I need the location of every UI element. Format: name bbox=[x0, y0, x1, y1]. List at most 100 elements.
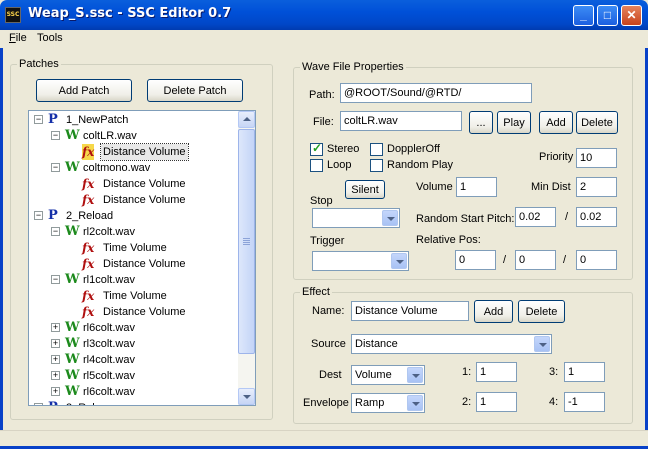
dest-select[interactable]: Volume bbox=[351, 365, 425, 385]
effect-name-label: Name: bbox=[312, 305, 345, 317]
file-label: File: bbox=[313, 116, 334, 128]
add-patch-button[interactable]: Add Patch bbox=[36, 79, 132, 102]
loop-label: Loop bbox=[327, 159, 352, 171]
collapse-icon[interactable]: − bbox=[34, 211, 43, 220]
tree-item-label: rl1colt.wav bbox=[83, 274, 135, 286]
dest-value: Volume bbox=[355, 369, 392, 381]
stop-select[interactable] bbox=[312, 208, 400, 228]
collapse-icon[interactable]: − bbox=[34, 403, 43, 405]
wave-legend: Wave File Properties bbox=[302, 61, 404, 73]
pos-y-input[interactable]: 0 bbox=[515, 250, 556, 270]
tree-item-label: Distance Volume bbox=[103, 306, 186, 318]
wave-icon: W bbox=[65, 320, 80, 335]
file-input[interactable]: coltLR.wav bbox=[340, 111, 462, 131]
wave-add-button[interactable]: Add bbox=[539, 111, 573, 134]
patch-icon: P bbox=[48, 400, 58, 405]
effect-add-button[interactable]: Add bbox=[474, 300, 513, 323]
tree-item-label: rl2colt.wav bbox=[83, 226, 135, 238]
source-value: Distance bbox=[355, 338, 398, 350]
minimize-icon: _ bbox=[580, 8, 587, 22]
tree-scrollbar[interactable] bbox=[238, 111, 255, 405]
pos-separator-1: / bbox=[503, 254, 507, 266]
tree-item-label: 2_Reload bbox=[66, 210, 114, 222]
tree-item-label: Distance Volume bbox=[103, 258, 186, 270]
effect-icon: fx bbox=[82, 144, 95, 160]
envelope-value: Ramp bbox=[355, 397, 385, 409]
volume-input[interactable]: 1 bbox=[456, 177, 497, 197]
trigger-label: Trigger bbox=[310, 235, 345, 247]
param2-input[interactable]: 1 bbox=[476, 392, 517, 412]
envelope-label: Envelope bbox=[303, 397, 349, 409]
maximize-button[interactable]: □ bbox=[597, 5, 618, 26]
pitch-separator: / bbox=[565, 211, 569, 223]
scroll-up-button[interactable] bbox=[238, 111, 255, 128]
close-button[interactable]: ✕ bbox=[621, 5, 642, 26]
wave-icon: W bbox=[65, 336, 80, 351]
priority-input[interactable]: 10 bbox=[576, 148, 617, 168]
stereo-checkbox[interactable] bbox=[310, 141, 323, 156]
param3-input[interactable]: 1 bbox=[564, 362, 605, 382]
effect-icon: fx bbox=[82, 193, 95, 207]
collapse-icon[interactable]: − bbox=[51, 163, 60, 172]
expand-icon[interactable]: + bbox=[51, 387, 60, 396]
tree-item-label: 1_NewPatch bbox=[66, 114, 129, 126]
collapse-icon[interactable]: − bbox=[51, 275, 60, 284]
expand-icon[interactable]: + bbox=[51, 355, 60, 364]
priority-label: Priority bbox=[539, 151, 574, 163]
pos-x-input[interactable]: 0 bbox=[455, 250, 496, 270]
loop-checkbox[interactable] bbox=[310, 159, 323, 172]
expand-icon[interactable]: + bbox=[51, 371, 60, 380]
menu-tools[interactable]: Tools bbox=[37, 32, 63, 44]
play-button[interactable]: Play bbox=[497, 111, 531, 134]
param1-label: 1: bbox=[462, 366, 472, 378]
random-play-checkbox[interactable] bbox=[370, 159, 383, 172]
chevron-down-icon bbox=[534, 336, 550, 352]
minimize-button[interactable]: _ bbox=[573, 5, 594, 26]
patch-tree[interactable]: − P 1_NewPatch − WcoltLR.wav fx Distance Volum… bbox=[28, 110, 256, 406]
browse-button[interactable]: ... bbox=[469, 111, 493, 134]
stop-label: Stop bbox=[310, 195, 333, 207]
path-input[interactable]: @ROOT/Sound/@RTD/ bbox=[340, 83, 532, 103]
param4-label: 4: bbox=[549, 396, 559, 408]
pitch-max-input[interactable]: 0.02 bbox=[576, 207, 617, 227]
delete-patch-button[interactable]: Delete Patch bbox=[147, 79, 243, 102]
effect-name-input[interactable]: Distance Volume bbox=[351, 301, 469, 321]
patch-icon: P bbox=[48, 112, 58, 127]
chevron-down-icon bbox=[407, 367, 423, 383]
menu-file[interactable]: File bbox=[9, 32, 27, 44]
tree-item-label: Time Volume bbox=[103, 242, 167, 254]
silent-button[interactable]: Silent bbox=[345, 180, 385, 199]
doppler-checkbox[interactable] bbox=[370, 143, 383, 156]
min-dist-input[interactable]: 2 bbox=[576, 177, 617, 197]
wave-delete-button[interactable]: Delete bbox=[576, 111, 618, 134]
trigger-select[interactable] bbox=[312, 251, 409, 271]
dest-label: Dest bbox=[319, 369, 342, 381]
expand-icon[interactable]: + bbox=[51, 323, 60, 332]
effect-delete-button[interactable]: Delete bbox=[518, 300, 565, 323]
collapse-icon[interactable]: − bbox=[51, 131, 60, 140]
close-icon: ✕ bbox=[626, 8, 637, 22]
expand-icon[interactable]: + bbox=[51, 339, 60, 348]
min-dist-label: Min Dist bbox=[531, 181, 571, 193]
title-bar[interactable]: SSC Weap_S.ssc - SSC Editor 0.7 _ □ ✕ bbox=[0, 0, 648, 30]
envelope-select[interactable]: Ramp bbox=[351, 393, 425, 413]
volume-label: Volume bbox=[416, 181, 453, 193]
wave-icon: W bbox=[65, 272, 80, 287]
effect-icon: fx bbox=[82, 305, 95, 319]
tree-item-label: rl5colt.wav bbox=[83, 370, 135, 382]
source-label: Source bbox=[311, 338, 346, 350]
pitch-min-input[interactable]: 0.02 bbox=[515, 207, 556, 227]
tree-item-label: Distance Volume bbox=[100, 143, 189, 161]
collapse-icon[interactable]: − bbox=[51, 227, 60, 236]
source-select[interactable]: Distance bbox=[351, 334, 552, 354]
tree-item-label: coltLR.wav bbox=[83, 130, 137, 142]
collapse-icon[interactable]: − bbox=[34, 115, 43, 124]
scroll-down-button[interactable] bbox=[238, 388, 255, 405]
tree-item-label: rl6colt.wav bbox=[83, 386, 135, 398]
wave-icon: W bbox=[65, 128, 80, 143]
param2-label: 2: bbox=[462, 396, 472, 408]
pos-z-input[interactable]: 0 bbox=[576, 250, 617, 270]
scroll-thumb[interactable] bbox=[238, 129, 255, 354]
param4-input[interactable]: -1 bbox=[564, 392, 605, 412]
param1-input[interactable]: 1 bbox=[476, 362, 517, 382]
